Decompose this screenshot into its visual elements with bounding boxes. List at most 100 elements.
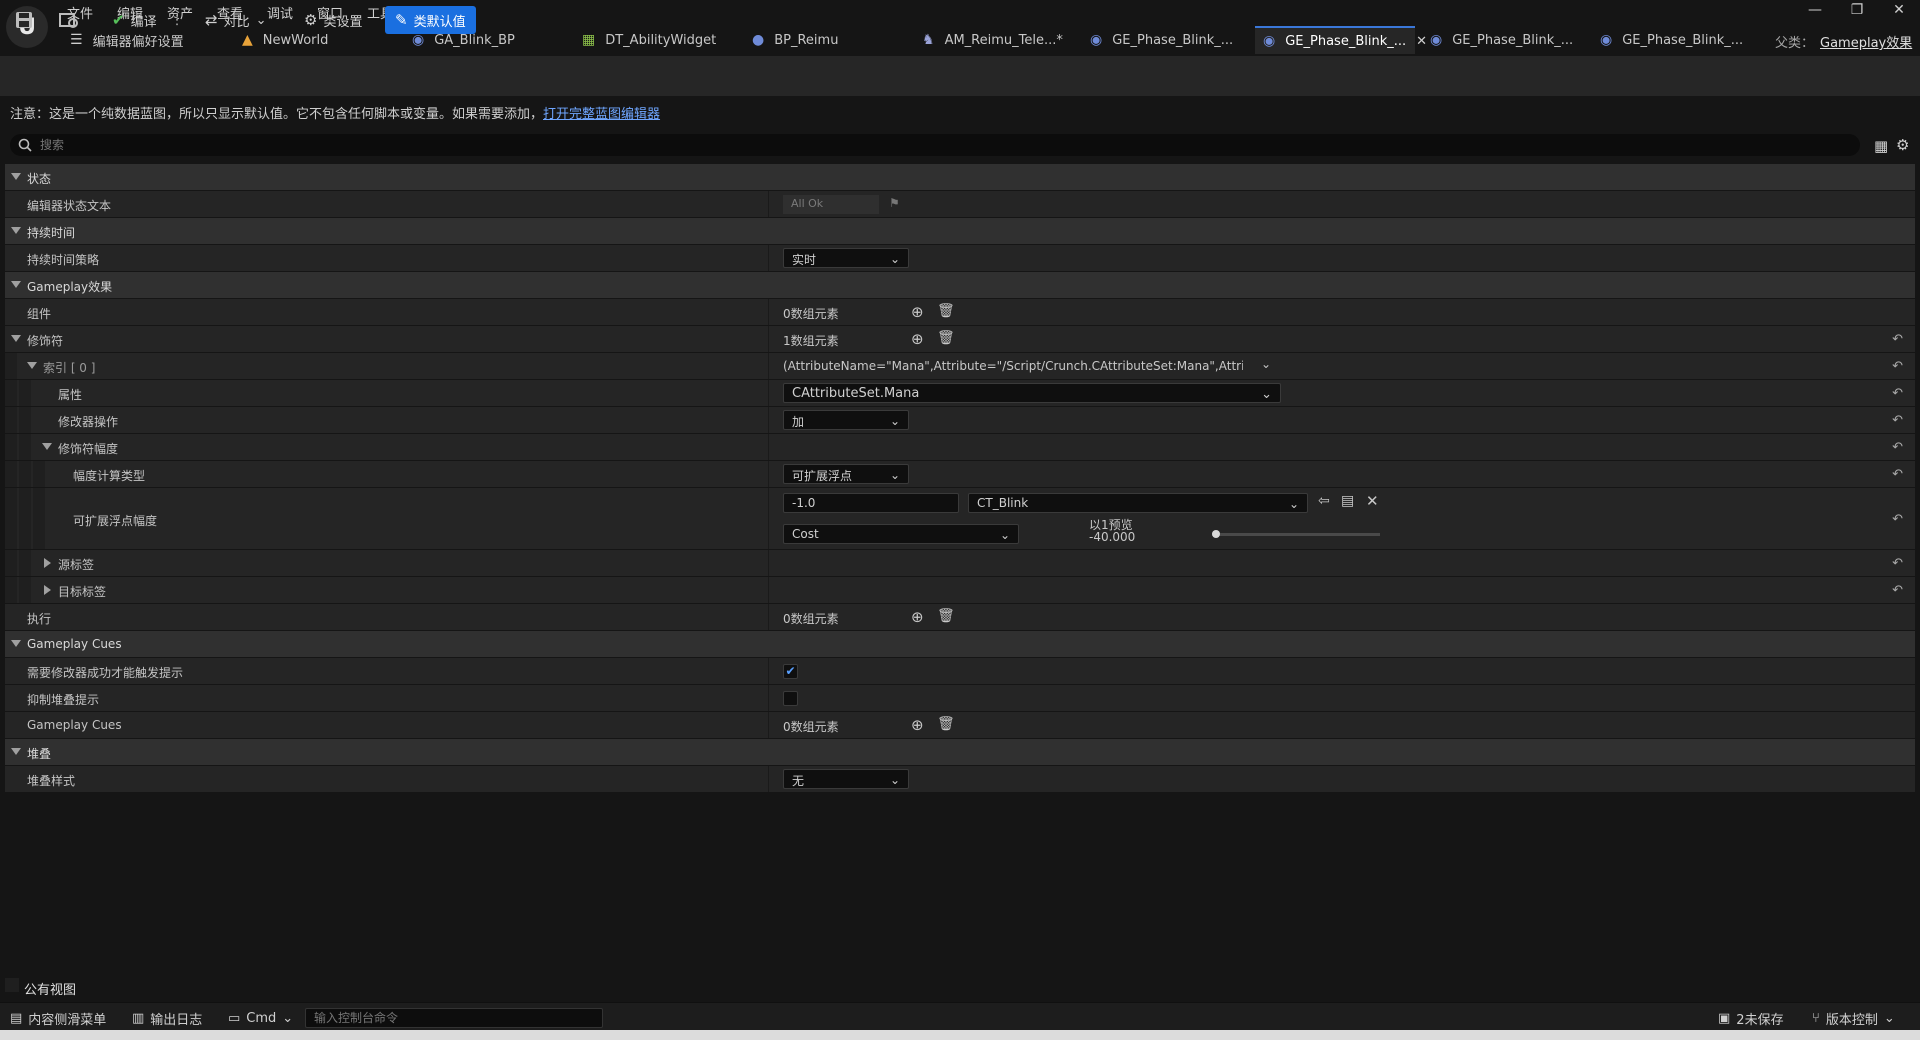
trash-icon[interactable]: 🗑	[937, 330, 955, 346]
reset-to-default-icon[interactable]: ↶	[1892, 332, 1903, 347]
property-label: 源标签	[58, 558, 95, 572]
duration-policy-dropdown[interactable]: 实时 ⌄	[783, 248, 909, 268]
cmd-button[interactable]: ▭ Cmd ⌄	[228, 1009, 293, 1027]
preview-level-slider[interactable]	[1212, 530, 1380, 538]
column-splitter[interactable]	[768, 712, 769, 738]
curve-row-dropdown[interactable]: Cost ⌄	[783, 524, 1019, 544]
close-tab-icon[interactable]: ✕	[1416, 34, 1427, 49]
reset-to-default-icon[interactable]: ↶	[1892, 512, 1903, 527]
expand-arrow-icon[interactable]	[27, 362, 37, 369]
trash-icon[interactable]: 🗑	[937, 716, 955, 732]
column-splitter[interactable]	[768, 245, 769, 271]
tab-ge-phase-blink-active[interactable]: ◉ GE_Phase_Blink_... ✕	[1255, 26, 1427, 54]
tab-ge-phase-blink-4[interactable]: ◉ GE_Phase_Blink_...	[1600, 26, 1750, 54]
reset-to-default-icon[interactable]: ↶	[1892, 359, 1903, 374]
modifier-op-dropdown[interactable]: 加 ⌄	[783, 410, 909, 430]
reset-to-default-icon[interactable]: ↶	[1892, 413, 1903, 428]
column-splitter[interactable]	[768, 461, 769, 487]
category-gameplay-effect[interactable]: Gameplay效果	[5, 272, 1915, 299]
expand-arrow-icon[interactable]	[11, 748, 21, 755]
column-splitter[interactable]	[768, 353, 769, 379]
menu-debug[interactable]: 调试	[267, 3, 293, 22]
diff-button[interactable]: ⇄ 对比 ⌄	[205, 6, 267, 34]
restore-icon[interactable]: ❐	[1846, 2, 1868, 22]
reset-to-default-icon[interactable]: ↶	[1892, 556, 1903, 571]
browse-asset-icon[interactable]: ▤	[1341, 493, 1354, 509]
column-splitter[interactable]	[768, 434, 769, 460]
add-element-icon[interactable]: ⊕	[911, 608, 924, 626]
browse-button[interactable]	[58, 6, 80, 34]
column-splitter[interactable]	[768, 658, 769, 684]
tab-ge-phase-blink-3[interactable]: ◉ GE_Phase_Blink_...	[1430, 26, 1580, 54]
slider-handle[interactable]	[1212, 530, 1220, 538]
trash-icon[interactable]: 🗑	[937, 608, 955, 624]
reset-to-default-icon[interactable]: ↶	[1892, 583, 1903, 598]
expand-arrow-icon[interactable]	[11, 281, 21, 288]
expand-arrow-icon[interactable]	[11, 173, 21, 180]
tab-dt-abilitywidget[interactable]: ▦ DT_AbilityWidget	[582, 26, 732, 54]
stacking-type-dropdown[interactable]: 无 ⌄	[783, 769, 909, 789]
expand-arrow-icon[interactable]	[42, 443, 52, 450]
category-duration[interactable]: 持续时间	[5, 218, 1915, 245]
output-log-button[interactable]: ▥ 输出日志	[132, 1009, 202, 1028]
category-stacking[interactable]: 堆叠	[5, 739, 1915, 766]
compile-options-icon[interactable]: ⋮	[171, 13, 184, 28]
source-control-button[interactable]: ⑂ 版本控制 ⌄	[1812, 1009, 1895, 1028]
column-splitter[interactable]	[768, 407, 769, 433]
column-splitter[interactable]	[768, 550, 769, 576]
parent-class-link[interactable]: Gameplay效果	[1820, 32, 1912, 51]
compile-button[interactable]: ✔ 编译 ⋮	[112, 6, 184, 34]
column-splitter[interactable]	[768, 685, 769, 711]
use-selected-icon[interactable]: ⇦	[1318, 493, 1330, 509]
magnitude-calc-type-dropdown[interactable]: 可扩展浮点 ⌄	[783, 464, 909, 484]
add-element-icon[interactable]: ⊕	[911, 716, 924, 734]
add-element-icon[interactable]: ⊕	[911, 303, 924, 321]
tab-ge-phase-blink-1[interactable]: ◉ GE_Phase_Blink_...	[1090, 26, 1240, 54]
reset-to-default-icon[interactable]: ↶	[1892, 440, 1903, 455]
require-success-checkbox[interactable]: ✔	[783, 664, 798, 679]
trash-icon[interactable]: 🗑	[937, 303, 955, 319]
close-window-icon[interactable]: ✕	[1888, 2, 1910, 22]
class-settings-button[interactable]: ⚙ 类设置	[304, 6, 362, 34]
reset-to-default-icon[interactable]: ↶	[1892, 386, 1903, 401]
search-input[interactable]	[40, 137, 1840, 153]
column-splitter[interactable]	[768, 577, 769, 603]
column-splitter[interactable]	[768, 380, 769, 406]
column-splitter[interactable]	[768, 488, 769, 549]
open-full-editor-link[interactable]: 打开完整蓝图编辑器	[543, 107, 660, 122]
unsaved-save-icon: ▣	[1718, 1010, 1731, 1026]
reset-to-default-icon[interactable]: ↶	[1892, 467, 1903, 482]
scalable-value-input[interactable]: -1.0	[783, 493, 959, 513]
expand-arrow-icon[interactable]	[11, 335, 21, 342]
class-defaults-button[interactable]: ✎ 类默认值	[385, 6, 476, 34]
content-drawer-button[interactable]: ▤ 内容侧滑菜单	[10, 1009, 106, 1028]
collapsed-arrow-icon[interactable]	[44, 558, 51, 568]
save-button[interactable]	[14, 6, 34, 34]
console-command-input[interactable]	[305, 1008, 603, 1028]
column-splitter[interactable]	[768, 766, 769, 792]
search-box[interactable]	[10, 134, 1860, 156]
table-view-icon[interactable]: ▦	[1874, 137, 1888, 155]
public-view-checkbox[interactable]	[5, 978, 19, 992]
column-splitter[interactable]	[768, 604, 769, 630]
chevron-down-icon[interactable]: ⌄	[1261, 357, 1271, 371]
minimize-icon[interactable]: —	[1804, 2, 1826, 22]
expand-arrow-icon[interactable]	[11, 640, 21, 647]
attribute-dropdown[interactable]: CAttributeSet.Mana ⌄	[783, 383, 1281, 403]
unsaved-button[interactable]: ▣ 2未保存	[1718, 1009, 1784, 1028]
column-splitter[interactable]	[768, 191, 769, 217]
settings-gear-icon[interactable]: ⚙	[1896, 136, 1909, 154]
tab-bp-reimu[interactable]: ● BP_Reimu	[752, 26, 892, 54]
collapsed-arrow-icon[interactable]	[44, 585, 51, 595]
category-state[interactable]: 状态	[5, 164, 1915, 191]
expand-arrow-icon[interactable]	[11, 227, 21, 234]
suppress-stacking-checkbox[interactable]	[783, 691, 798, 706]
category-gameplay-cues[interactable]: Gameplay Cues	[5, 631, 1915, 658]
curve-table-dropdown[interactable]: CT_Blink ⌄	[968, 493, 1308, 513]
column-splitter[interactable]	[768, 326, 769, 352]
tab-am-reimu-tele[interactable]: ♞ AM_Reimu_Tele...*	[922, 26, 1072, 54]
column-splitter[interactable]	[768, 299, 769, 325]
row-modifier-magnitude: 修饰符幅度 ↶	[5, 434, 1915, 461]
add-element-icon[interactable]: ⊕	[911, 330, 924, 348]
clear-icon[interactable]: ✕	[1366, 492, 1379, 510]
